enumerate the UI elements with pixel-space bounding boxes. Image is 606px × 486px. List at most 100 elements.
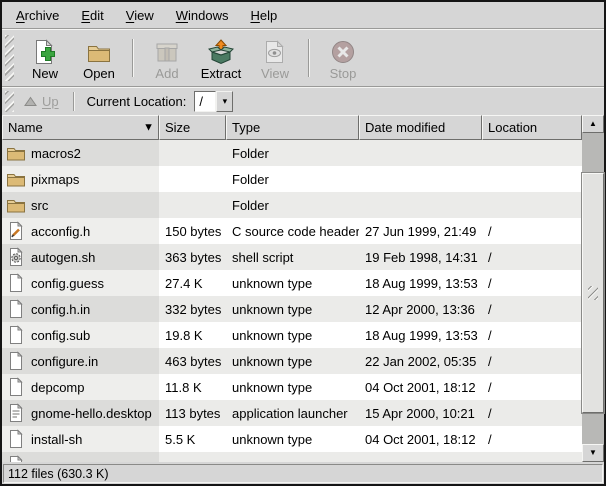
cell-text: 113 bytes — [165, 406, 220, 421]
file-size-cell: 5.5 K — [159, 426, 226, 452]
file-location-cell — [482, 166, 582, 192]
up-button-label: Up — [42, 94, 59, 109]
cell-text: 12 Apr 2000, 13:36 — [365, 302, 475, 317]
file-row-autogen.sh[interactable]: autogen.sh363 bytesshell script19 Feb 19… — [2, 244, 582, 270]
cell-text: config.h.in — [31, 302, 90, 317]
vertical-scrollbar: ▲ ▼ — [582, 115, 604, 462]
plain-file-icon — [6, 377, 26, 397]
file-row-gnome-hello.desktop[interactable]: gnome-hello.desktop113 bytesapplication … — [2, 400, 582, 426]
menu-archive[interactable]: Archive — [8, 5, 71, 26]
toolbar-button-label: Stop — [330, 66, 357, 81]
column-header-label: Location — [488, 120, 537, 135]
toolbar-button-label: New — [32, 66, 58, 81]
menu-bar: ArchiveEditViewWindowsHelp — [2, 2, 604, 28]
cell-text: 27.4 K — [165, 276, 203, 291]
scrollbar-thumb[interactable] — [582, 173, 604, 413]
file-row-config.guess[interactable]: config.guess27.4 Kunknown type18 Aug 199… — [2, 270, 582, 296]
column-header-size[interactable]: Size — [159, 115, 226, 140]
column-header-date-modified[interactable]: Date modified — [359, 115, 482, 140]
file-size-cell: 150 bytes — [159, 218, 226, 244]
file-date-cell — [359, 452, 482, 462]
file-location-cell: / — [482, 296, 582, 322]
file-name-cell: config.sub — [2, 322, 159, 348]
file-size-cell: 11.8 K — [159, 374, 226, 400]
plain-file-icon — [6, 351, 26, 371]
column-header-name[interactable]: Name ▼ — [2, 115, 159, 140]
menu-help[interactable]: Help — [242, 5, 289, 26]
cell-text: 5.5 K — [165, 432, 195, 447]
file-location-cell: / — [482, 374, 582, 400]
column-header-label: Name — [8, 120, 43, 135]
extract-button[interactable]: Extract — [194, 33, 248, 83]
cell-text: 19.8 K — [165, 328, 203, 343]
menu-windows[interactable]: Windows — [168, 5, 241, 26]
plain-file-icon — [6, 325, 26, 345]
file-type-cell: application launcher — [226, 400, 359, 426]
stop-button[interactable]: Stop — [316, 33, 370, 83]
view-button[interactable]: View — [248, 33, 302, 83]
file-name-cell: config.guess — [2, 270, 159, 296]
file-location-cell: / — [482, 400, 582, 426]
cell-text: 11.8 K — [165, 380, 202, 395]
column-header-row: Name ▼ Size TypeDate modified Location — [2, 115, 582, 140]
file-row-config.sub[interactable]: config.sub19.8 Kunknown type18 Aug 1999,… — [2, 322, 582, 348]
folder-icon — [6, 143, 26, 163]
cell-text: macros2 — [31, 146, 81, 161]
file-date-cell: 12 Apr 2000, 13:36 — [359, 296, 482, 322]
folder-icon — [6, 169, 26, 189]
location-bar: Up Current Location: / ▾ — [2, 88, 604, 115]
new-button[interactable]: New — [18, 33, 72, 83]
view-file-icon — [262, 37, 288, 65]
scrollbar-trough[interactable] — [582, 133, 604, 444]
toolbar-button-label: View — [261, 66, 289, 81]
cell-text: / — [488, 406, 492, 421]
toolbar-grip[interactable] — [5, 35, 14, 81]
file-row-partial[interactable] — [2, 452, 582, 462]
file-row-config.h.in[interactable]: config.h.in 332 bytes unknown type 12 Apr 2… — [2, 296, 582, 322]
column-header-type[interactable]: Type — [226, 115, 359, 140]
menu-edit[interactable]: Edit — [73, 5, 115, 26]
sort-indicator-icon[interactable]: ▼ — [143, 121, 154, 133]
file-row-depcomp[interactable]: depcomp11.8 Kunknown type04 Oct 2001, 18… — [2, 374, 582, 400]
file-row-configure.in[interactable]: configure.in463 bytesunknown type22 Jan … — [2, 348, 582, 374]
file-location-cell: / — [482, 426, 582, 452]
add-button[interactable]: Add — [140, 33, 194, 83]
menu-view[interactable]: View — [118, 5, 166, 26]
scroll-up-button[interactable]: ▲ — [582, 115, 604, 133]
column-header-label: Size — [165, 120, 190, 135]
cell-text: unknown type — [232, 302, 312, 317]
file-row-install-sh[interactable]: install-sh5.5 Kunknown type04 Oct 2001, … — [2, 426, 582, 452]
file-size-cell — [159, 140, 226, 166]
folder-icon — [6, 195, 26, 215]
up-triangle-icon — [24, 96, 37, 107]
file-list: macros2FolderpixmapsFoldersrcFolderaccon… — [2, 140, 582, 462]
file-name-cell: configure.in — [2, 348, 159, 374]
file-type-cell: unknown type — [226, 270, 359, 296]
file-type-cell: Folder — [226, 192, 359, 218]
file-size-cell: 463 bytes — [159, 348, 226, 374]
cell-text: 463 bytes — [165, 354, 221, 369]
file-row-pixmaps[interactable]: pixmapsFolder — [2, 166, 582, 192]
location-entry[interactable]: / — [194, 91, 216, 112]
location-bar-grip[interactable] — [5, 91, 14, 112]
file-size-cell — [159, 452, 226, 462]
file-row-src[interactable]: srcFolder — [2, 192, 582, 218]
cell-text: Folder — [232, 146, 269, 161]
location-value: / — [199, 94, 203, 109]
file-size-cell: 332 bytes — [159, 296, 226, 322]
cell-text: depcomp — [31, 380, 84, 395]
file-size-cell: 19.8 K — [159, 322, 226, 348]
up-button[interactable]: Up — [18, 92, 67, 111]
file-row-acconfig.h[interactable]: acconfig.h150 bytesC source code header2… — [2, 218, 582, 244]
file-date-cell — [359, 192, 482, 218]
cell-text: pixmaps — [31, 172, 79, 187]
cell-text: config.sub — [31, 328, 90, 343]
location-dropdown-button[interactable]: ▾ — [216, 91, 233, 112]
file-location-cell: / — [482, 270, 582, 296]
open-button[interactable]: Open — [72, 33, 126, 83]
column-header-location[interactable]: Location — [482, 115, 582, 140]
scroll-down-button[interactable]: ▼ — [582, 444, 604, 462]
file-type-cell: unknown type — [226, 426, 359, 452]
file-row-macros2[interactable]: macros2 Folder — [2, 140, 582, 166]
file-type-cell: C source code header — [226, 218, 359, 244]
